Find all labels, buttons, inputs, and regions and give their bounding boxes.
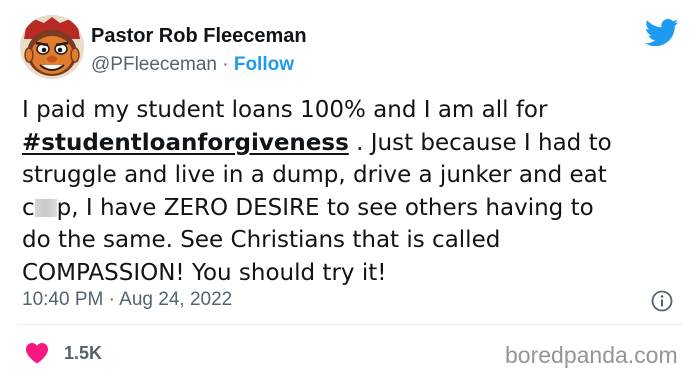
watermark: boredpanda.com <box>505 342 678 368</box>
author-block: Pastor Rob Fleeceman @PFleeceman · Follo… <box>91 24 307 77</box>
tweet-text: I paid my student loans 100% and I am al… <box>22 94 690 290</box>
info-icon[interactable] <box>651 290 673 312</box>
like-button[interactable]: 1.5K <box>25 341 102 365</box>
divider <box>18 324 682 325</box>
cartoon-face-icon <box>20 15 84 79</box>
follow-button[interactable]: Follow <box>234 54 294 75</box>
hashtag-link[interactable]: #studentloanforgiveness <box>22 130 349 156</box>
tweet-timestamp[interactable]: 10:40 PM · Aug 24, 2022 <box>22 289 232 311</box>
avatar[interactable] <box>20 15 84 79</box>
twitter-bird-icon[interactable] <box>645 18 679 48</box>
tweet-line-6: COMPASSION! You should try it! <box>22 259 387 286</box>
censor-blur <box>34 198 57 217</box>
display-name[interactable]: Pastor Rob Fleeceman <box>91 24 307 48</box>
separator-dot: · <box>216 54 234 75</box>
tweet-line-2: #studentloanforgiveness . Just because I… <box>22 129 612 156</box>
like-count: 1.5K <box>64 342 103 363</box>
tweet-line-1: I paid my student loans 100% and I am al… <box>22 97 548 123</box>
tweet-card: Pastor Rob Fleeceman @PFleeceman · Follo… <box>0 0 700 380</box>
tweet-line-4: c p, I have ZERO DESIRE to see others hav… <box>22 194 594 221</box>
handle[interactable]: @PFleeceman <box>91 54 217 75</box>
heart-icon <box>26 343 48 364</box>
tweet-line-3: struggle and live in a dump, drive a jun… <box>22 162 607 189</box>
tweet-line-5: do the same. See Christians that is call… <box>22 227 501 254</box>
handle-row: @PFleeceman · Follow <box>91 53 307 77</box>
